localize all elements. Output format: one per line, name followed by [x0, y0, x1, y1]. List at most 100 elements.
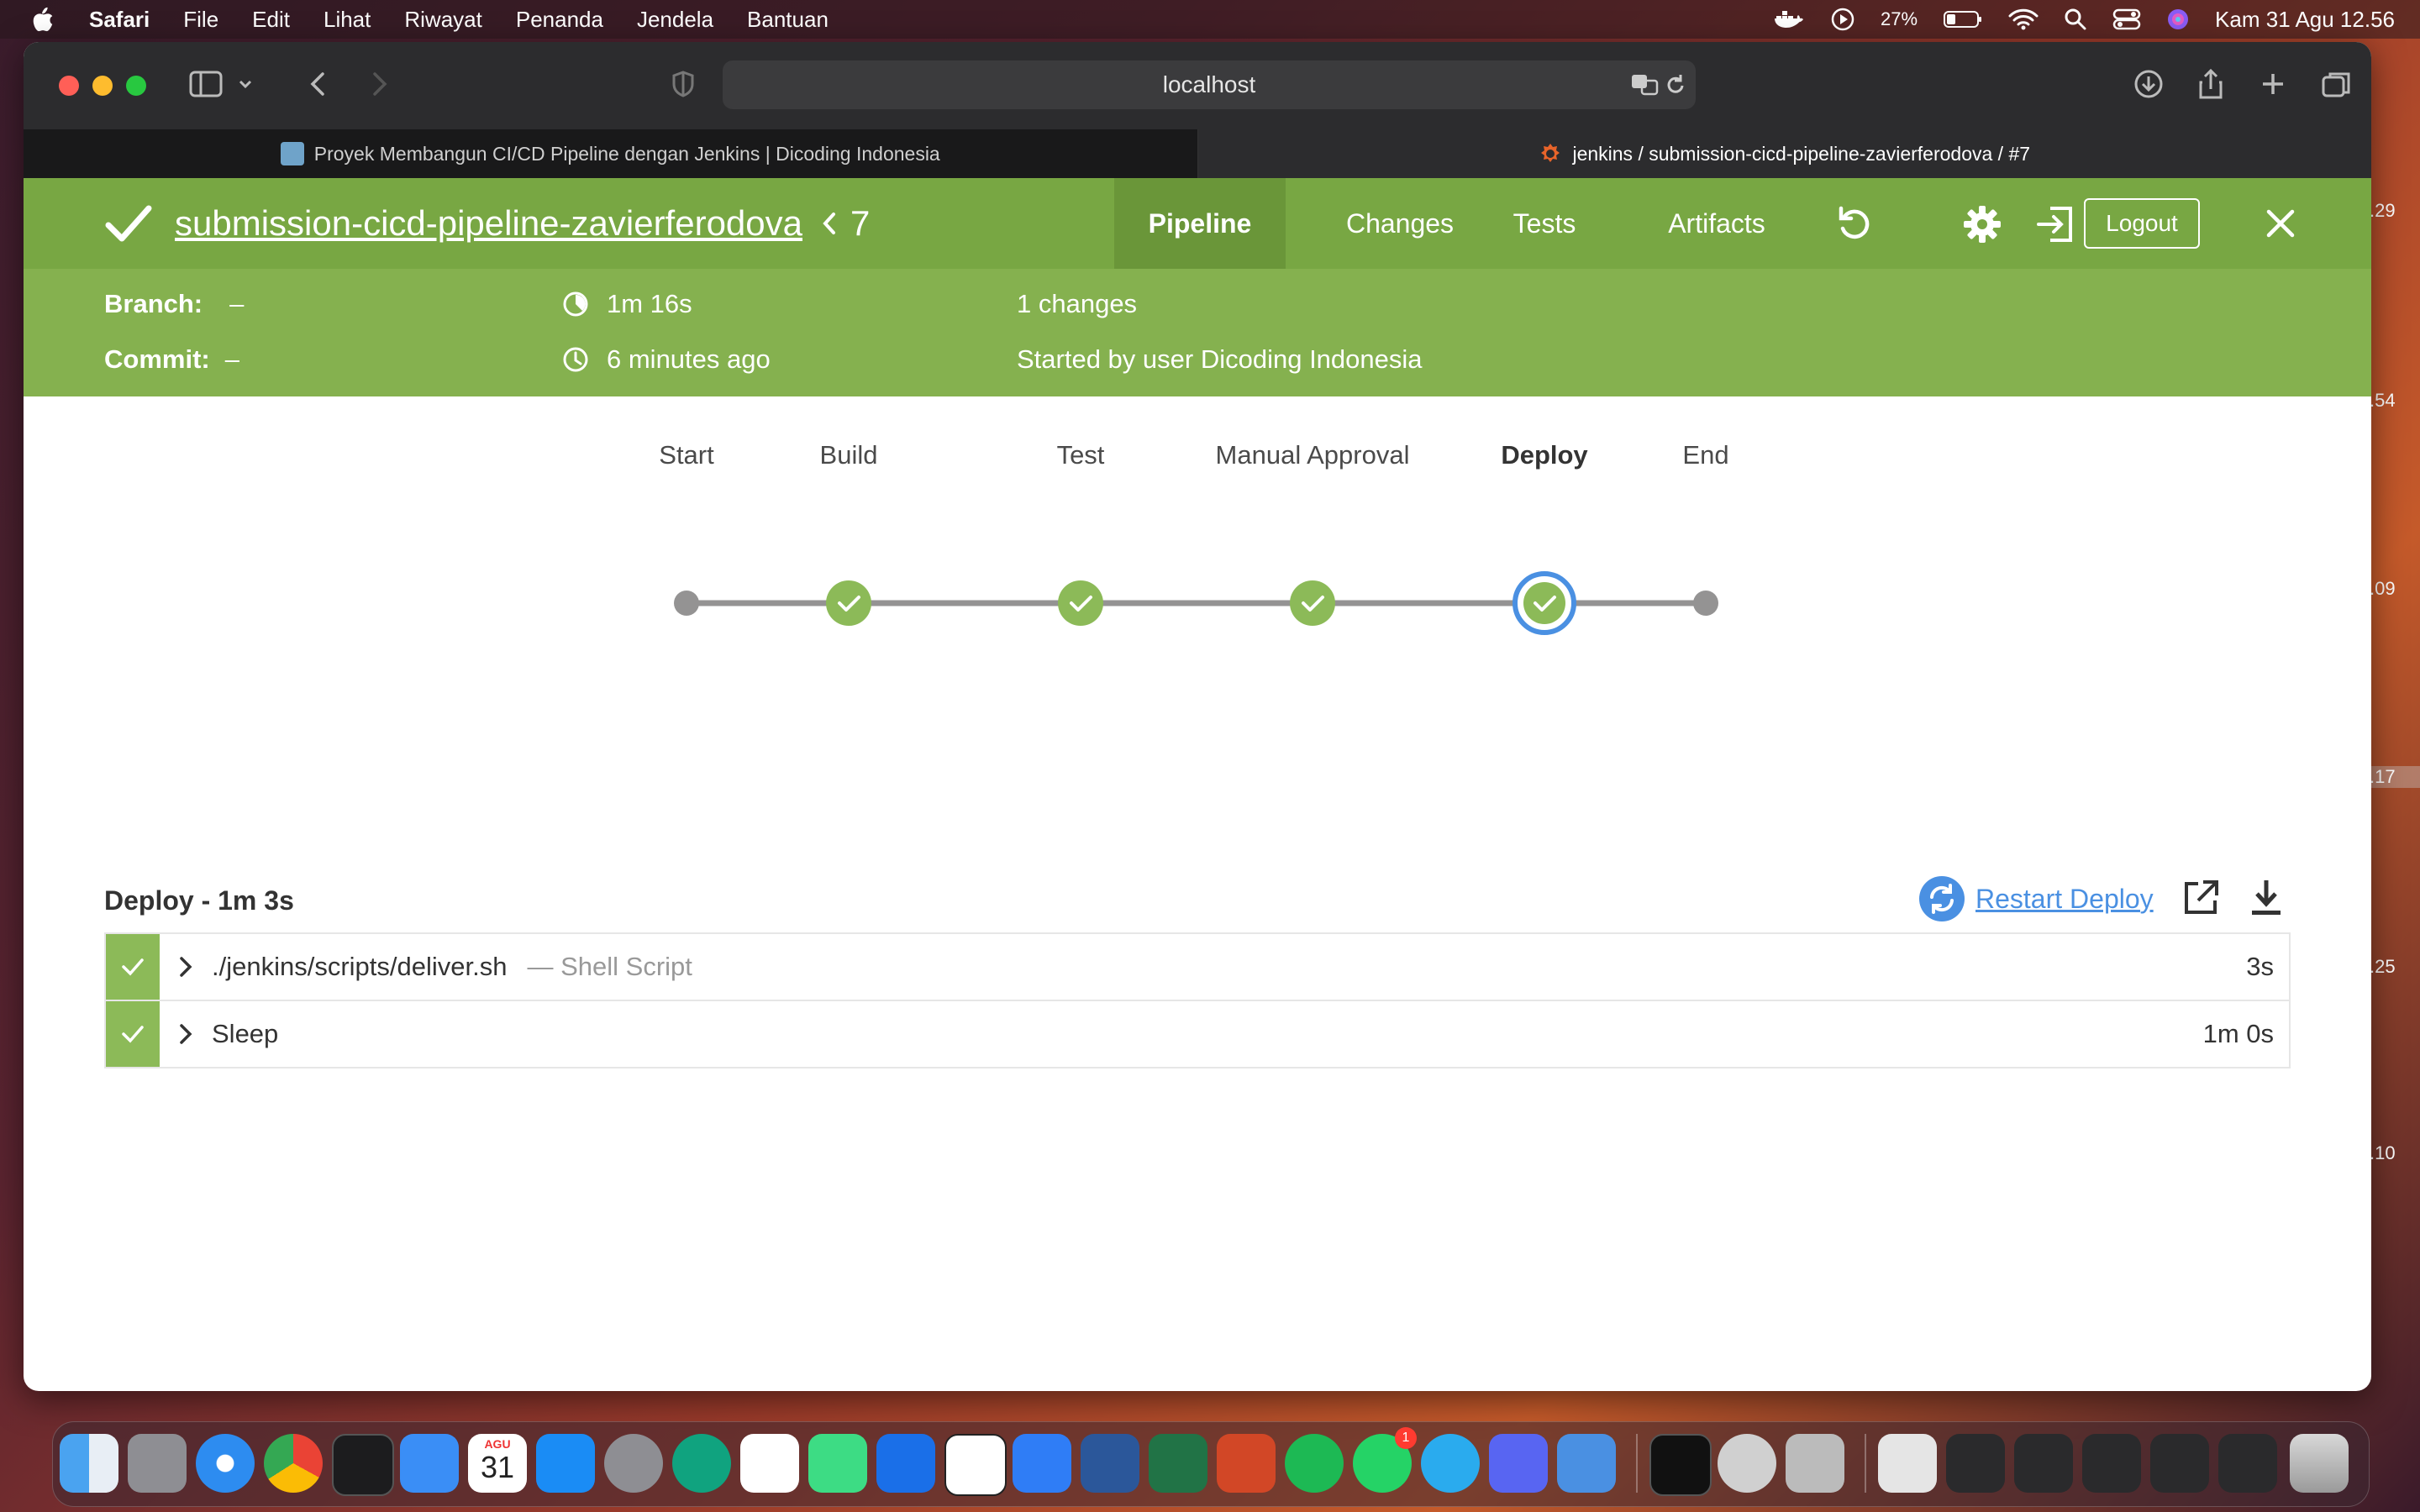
settings-gear-icon[interactable] [1961, 203, 2003, 245]
step-row[interactable]: Sleep 1m 0s [104, 1000, 2291, 1068]
powerpoint-icon[interactable] [1217, 1434, 1276, 1493]
chevron-right-icon[interactable] [178, 955, 193, 979]
close-window-button[interactable] [59, 76, 79, 96]
chevron-right-icon[interactable] [178, 1022, 193, 1046]
open-external-icon[interactable] [2180, 877, 2222, 919]
rerun-icon[interactable] [1834, 203, 1875, 244]
wifi-icon[interactable] [2008, 8, 2039, 31]
menu-bookmarks[interactable]: Penanda [516, 7, 603, 33]
launchpad-icon[interactable] [128, 1434, 187, 1493]
chatgpt-icon[interactable] [672, 1434, 731, 1493]
tab-tests[interactable]: Tests [1486, 178, 1603, 269]
tab-artifacts[interactable]: Artifacts [1628, 178, 1805, 269]
desktop-widget-value: .17 [2370, 766, 2420, 788]
privacy-shield-icon[interactable] [671, 67, 696, 101]
minimized-window-thumbnail[interactable] [2082, 1434, 2141, 1493]
disk-utility-icon[interactable] [1718, 1434, 1776, 1493]
notion-icon[interactable] [944, 1434, 1007, 1496]
step-row[interactable]: ./jenkins/scripts/deliver.sh — Shell Scr… [104, 932, 2291, 1001]
battery-icon[interactable] [1943, 9, 1983, 29]
todo-icon[interactable] [1013, 1434, 1071, 1493]
spotlight-search-icon[interactable] [2064, 8, 2087, 31]
clock-icon [563, 347, 588, 372]
chevron-down-icon[interactable] [237, 67, 254, 101]
minimized-window-thumbnail[interactable] [2218, 1434, 2277, 1493]
run-metadata: Branch: – Commit: – 1m 16s 6 minutes ago… [24, 269, 2371, 396]
share-icon[interactable] [2196, 67, 2225, 101]
changes-link[interactable]: 1 changes [1017, 289, 1137, 319]
apple-logo-icon[interactable] [30, 6, 55, 33]
preview-icon[interactable] [1786, 1434, 1844, 1493]
menu-edit[interactable]: Edit [252, 7, 290, 33]
discord-icon[interactable] [1489, 1434, 1548, 1493]
minimized-window-thumbnail[interactable] [1946, 1434, 2005, 1493]
tab-pipeline[interactable]: Pipeline [1114, 178, 1286, 269]
pipeline-name-link[interactable]: submission-cicd-pipeline-zavierferodova [175, 178, 802, 269]
system-settings-icon[interactable] [604, 1434, 663, 1493]
tab-overview-icon[interactable] [2321, 67, 2353, 101]
translate-icon[interactable] [1630, 72, 1659, 97]
desktop-widget-value: .25 [2370, 956, 2396, 977]
dicoding-favicon-icon [280, 142, 304, 165]
branch-label: Branch: [104, 289, 203, 318]
app-store-icon[interactable] [536, 1434, 595, 1493]
finder-icon[interactable] [60, 1434, 118, 1493]
stage-node-deploy-selected [1512, 571, 1576, 635]
spotify-icon[interactable] [1285, 1434, 1344, 1493]
docker-icon[interactable] [1773, 8, 1805, 31]
menu-app-name[interactable]: Safari [89, 7, 150, 33]
siri-icon[interactable] [2166, 8, 2190, 31]
play-circle-icon[interactable] [1830, 7, 1855, 32]
duration-icon [563, 291, 588, 317]
control-center-icon[interactable] [2112, 8, 2141, 31]
download-log-icon[interactable] [2247, 877, 2286, 919]
document-icon[interactable] [1878, 1434, 1937, 1493]
menu-window[interactable]: Jendela [637, 7, 713, 33]
logout-button[interactable]: Logout [2084, 198, 2200, 249]
downloads-icon[interactable] [2133, 67, 2165, 101]
step-duration: 1m 0s [2202, 1019, 2274, 1048]
forward-arrow-icon[interactable] [366, 67, 392, 101]
excel-icon[interactable] [1149, 1434, 1207, 1493]
trash-icon[interactable] [2290, 1434, 2349, 1493]
telegram-icon[interactable] [1421, 1434, 1480, 1493]
zoom-window-button[interactable] [126, 76, 146, 96]
step-duration: 3s [2246, 952, 2274, 981]
mail-icon[interactable] [400, 1434, 459, 1493]
xcode-icon[interactable] [876, 1434, 935, 1493]
menu-clock[interactable]: Kam 31 Agu 12.56 [2215, 7, 2395, 33]
reload-icon[interactable] [1664, 72, 1687, 97]
minimized-window-thumbnail[interactable] [2014, 1434, 2073, 1493]
tab-changes[interactable]: Changes [1318, 178, 1482, 269]
safari-icon[interactable] [196, 1434, 255, 1493]
vscode-icon[interactable] [740, 1434, 799, 1493]
restart-stage-label: Restart Deploy [1975, 883, 2154, 914]
browser-tab-dicoding[interactable]: Proyek Membangun CI/CD Pipeline dengan J… [24, 129, 1198, 178]
menu-view[interactable]: Lihat [324, 7, 371, 33]
menu-help[interactable]: Bantuan [747, 7, 829, 33]
chrome-icon[interactable] [264, 1434, 323, 1493]
back-arrow-icon[interactable] [306, 67, 331, 101]
terminal-icon[interactable] [332, 1434, 394, 1496]
tab-title: jenkins / submission-cicd-pipeline-zavie… [1572, 142, 2031, 165]
menu-file[interactable]: File [183, 7, 218, 33]
new-tab-plus-icon[interactable] [2259, 67, 2287, 101]
word-icon[interactable] [1081, 1434, 1139, 1493]
sidebar-toggle-icon[interactable] [188, 67, 224, 101]
address-bar[interactable]: localhost [723, 60, 1696, 109]
open-classic-icon[interactable] [2035, 205, 2075, 244]
activity-monitor-icon[interactable] [1649, 1434, 1712, 1496]
menu-history[interactable]: Riwayat [404, 7, 481, 33]
whatsapp-icon[interactable]: 1 [1353, 1427, 1417, 1493]
minimized-window-thumbnail[interactable] [2150, 1434, 2209, 1493]
restart-stage-button[interactable]: Restart Deploy [1918, 875, 2154, 922]
android-studio-icon[interactable] [808, 1434, 867, 1493]
minimize-window-button[interactable] [92, 76, 113, 96]
browser-tab-jenkins[interactable]: jenkins / submission-cicd-pipeline-zavie… [1197, 129, 2371, 178]
simulator-icon[interactable] [1557, 1434, 1616, 1493]
close-icon[interactable] [2265, 208, 2296, 239]
calendar-icon[interactable]: AGU 31 [468, 1434, 527, 1493]
desktop-widget-value: .29 [2370, 200, 2396, 221]
dock-separator [1865, 1434, 1866, 1493]
desktop-widget-value: .09 [2370, 578, 2396, 599]
